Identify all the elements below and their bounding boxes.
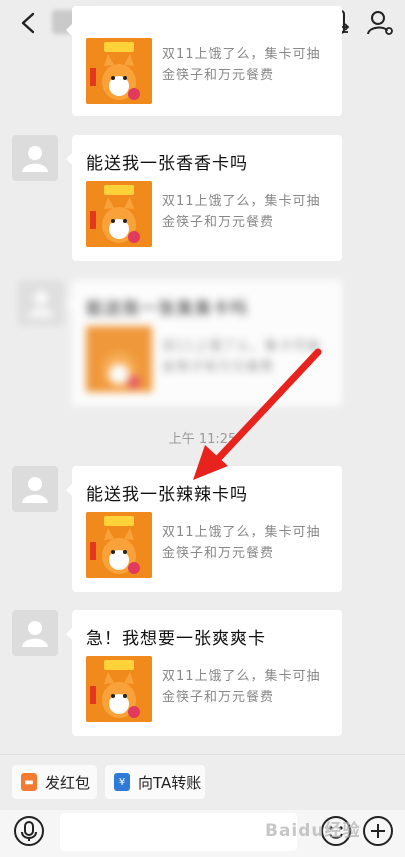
message-bubble[interactable]: 双11上饿了么，集卡可抽 金筷子和万元餐费 [66,6,342,116]
card-description: 双11上饿了么，集卡可抽 金筷子和万元餐费 [162,522,332,564]
avatar[interactable] [12,466,58,512]
default-avatar-icon [22,621,48,647]
message-text: 急！我想要一张爽爽卡 [86,629,266,649]
chevron-left-icon[interactable] [18,12,40,34]
default-avatar-icon [28,291,54,317]
red-packet-label: 发红包 [45,773,91,792]
card-description: 双11上饿了么，集卡可抽 金筷子和万元餐费 [162,44,332,86]
card-description: 双11上饿了么，集卡可抽 金筷子和万元餐费 [162,666,332,708]
default-avatar-icon [22,146,48,172]
card-desc-line2: 金筷子和万元餐费 [162,360,275,375]
message-item: 能送我一张香香卡吗 双11上饿了么，集卡可抽 金筷子和万元餐费 [0,135,405,261]
add-icon[interactable] [362,815,394,847]
card-description: 双11上饿了么，集卡可抽 金筷子和万元餐费 [162,191,332,233]
avatar[interactable] [12,135,58,181]
avatar[interactable] [18,280,64,326]
watermark: Baidu经验 [265,821,361,841]
card-description: 双11上饿了么，集卡可抽 金筷子和万元餐费 [162,336,332,378]
card-desc-line1: 双11上饿了么，集卡可抽 [162,525,321,540]
voice-icon[interactable] [13,815,45,847]
red-packet-button[interactable]: ▬ 发红包 [12,765,97,799]
message-text: 能送我一张臭臭卡吗 [86,299,248,319]
transfer-label: 向TA转账 [138,773,202,792]
card-desc-line2: 金筷子和万元餐费 [162,546,275,561]
message-item: 双11上饿了么，集卡可抽 金筷子和万元餐费 [0,6,405,118]
transfer-icon: ¥ [114,773,130,791]
card-desc-line1: 双11上饿了么，集卡可抽 [162,339,321,354]
default-avatar-icon [22,477,48,503]
message-bubble[interactable]: 能送我一张臭臭卡吗 双11上饿了么，集卡可抽 金筷子和万元餐费 [66,280,342,406]
red-packet-icon: ▬ [21,773,37,791]
message-item: 急！我想要一张爽爽卡 双11上饿了么，集卡可抽 金筷子和万元餐费 [0,610,405,736]
message-bubble[interactable]: 能送我一张辣辣卡吗 双11上饿了么，集卡可抽 金筷子和万元餐费 [66,466,342,592]
message-text: 能送我一张香香卡吗 [86,154,248,174]
card-desc-line1: 双11上饿了么，集卡可抽 [162,669,321,684]
message-bubble[interactable]: 急！我想要一张爽爽卡 双11上饿了么，集卡可抽 金筷子和万元餐费 [66,610,342,736]
message-text: 能送我一张辣辣卡吗 [86,485,248,505]
message-item: 能送我一张辣辣卡吗 双11上饿了么，集卡可抽 金筷子和万元餐费 [0,466,405,592]
transfer-button[interactable]: ¥ 向TA转账 [105,765,205,799]
avatar[interactable] [12,610,58,656]
card-desc-line2: 金筷子和万元餐费 [162,690,275,705]
card-desc-line1: 双11上饿了么，集卡可抽 [162,194,321,209]
shiba-card-image [86,326,152,392]
card-desc-line1: 双11上饿了么，集卡可抽 [162,47,321,62]
timestamp: 上午 11:25 [168,432,237,447]
shiba-card-image [86,656,152,722]
message-bubble[interactable]: 能送我一张香香卡吗 双11上饿了么，集卡可抽 金筷子和万元餐费 [66,135,342,261]
shiba-card-image [86,38,152,104]
message-input[interactable] [60,813,297,851]
card-desc-line2: 金筷子和万元餐费 [162,68,275,83]
person-icon[interactable] [366,9,394,37]
message-item: 能送我一张臭臭卡吗 双11上饿了么，集卡可抽 金筷子和万元餐费 [0,280,405,406]
shiba-card-image [86,512,152,578]
quick-action-bar: ▬ 发红包 ¥ 向TA转账 [0,754,405,811]
shiba-card-image [86,181,152,247]
card-desc-line2: 金筷子和万元餐费 [162,215,275,230]
